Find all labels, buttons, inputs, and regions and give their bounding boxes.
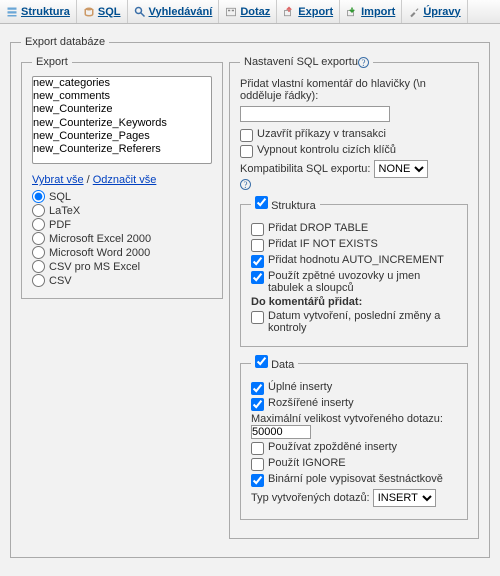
- help-icon[interactable]: ?: [240, 179, 251, 190]
- compat-row: Kompatibilita SQL exportu: NONE ?: [240, 160, 468, 190]
- query-type-select[interactable]: INSERT: [373, 489, 436, 507]
- query-type-row: Typ vytvořených dotazů: INSERT: [251, 489, 457, 507]
- page-title: Export databáze: [21, 36, 109, 48]
- tab-import[interactable]: Import: [340, 0, 402, 23]
- compat-select[interactable]: NONE: [374, 160, 428, 178]
- format-radio-csv[interactable]: [32, 274, 45, 287]
- tab-export[interactable]: Export: [277, 0, 340, 23]
- export-database-fieldset: Export databáze Export new_categories ne…: [10, 36, 490, 558]
- data-toggle[interactable]: [255, 355, 268, 368]
- import-icon: [346, 6, 358, 18]
- max-query-label: Maximální velikost vytvořeného dotazu:: [251, 413, 457, 439]
- transaction-checkbox[interactable]: [240, 129, 253, 142]
- export-legend: Export: [32, 56, 72, 68]
- tools-icon: [408, 6, 420, 18]
- header-comment-label: Přidat vlastní komentář do hlavičky (\n …: [240, 78, 468, 102]
- help-icon[interactable]: ?: [358, 57, 369, 68]
- sql-icon: [83, 6, 95, 18]
- auto-increment-checkbox[interactable]: [251, 255, 264, 268]
- dates-checkbox[interactable]: [251, 311, 264, 324]
- data-fieldset: Data Úplné inserty Rozšířené inserty Max…: [240, 355, 468, 520]
- if-not-exists-checkbox[interactable]: [251, 239, 264, 252]
- unselect-all-link[interactable]: Odznačit vše: [93, 174, 157, 186]
- backquotes-checkbox[interactable]: [251, 271, 264, 284]
- disable-fk-checkbox[interactable]: [240, 145, 253, 158]
- format-radio-word[interactable]: [32, 246, 45, 259]
- structure-fieldset: Struktura Přidat DROP TABLE Přidat IF NO…: [240, 196, 468, 347]
- format-radio-latex[interactable]: [32, 204, 45, 217]
- structure-toggle[interactable]: [255, 196, 268, 209]
- select-all-link[interactable]: Vybrat vše: [32, 174, 84, 186]
- tab-sql[interactable]: SQL: [77, 0, 128, 23]
- options-fieldset: Nastavení SQL exportu? Přidat vlastní ko…: [229, 56, 479, 539]
- options-legend: Nastavení SQL exportu?: [240, 56, 373, 68]
- format-radio-csvexcel[interactable]: [32, 260, 45, 273]
- header-comment-input[interactable]: [240, 106, 390, 122]
- format-radio-excel[interactable]: [32, 232, 45, 245]
- tab-upravy[interactable]: Úpravy: [402, 0, 467, 23]
- ignore-checkbox[interactable]: [251, 458, 264, 471]
- hex-blob-checkbox[interactable]: [251, 474, 264, 487]
- format-radio-pdf[interactable]: [32, 218, 45, 231]
- search-icon: [134, 6, 146, 18]
- query-icon: [225, 6, 237, 18]
- format-radios: SQL LaTeX PDF Microsoft Excel 2000 Micro…: [32, 190, 212, 287]
- format-radio-sql[interactable]: [32, 190, 45, 203]
- drop-table-checkbox[interactable]: [251, 223, 264, 236]
- tab-dotaz[interactable]: Dotaz: [219, 0, 277, 23]
- structure-icon: [6, 6, 18, 18]
- comments-add-label: Do komentářů přidat:: [251, 296, 457, 308]
- export-icon: [283, 6, 295, 18]
- extended-inserts-checkbox[interactable]: [251, 398, 264, 411]
- complete-inserts-checkbox[interactable]: [251, 382, 264, 395]
- delayed-inserts-checkbox[interactable]: [251, 442, 264, 455]
- tabbar: Struktura SQL Vyhledávání Dotaz Export I…: [0, 0, 500, 24]
- tables-select[interactable]: new_categories new_comments new_Counteri…: [32, 76, 212, 164]
- max-query-input[interactable]: [251, 425, 311, 439]
- export-fieldset: Export new_categories new_comments new_C…: [21, 56, 223, 299]
- tab-vyhledavani[interactable]: Vyhledávání: [128, 0, 220, 23]
- tab-struktura[interactable]: Struktura: [0, 0, 77, 23]
